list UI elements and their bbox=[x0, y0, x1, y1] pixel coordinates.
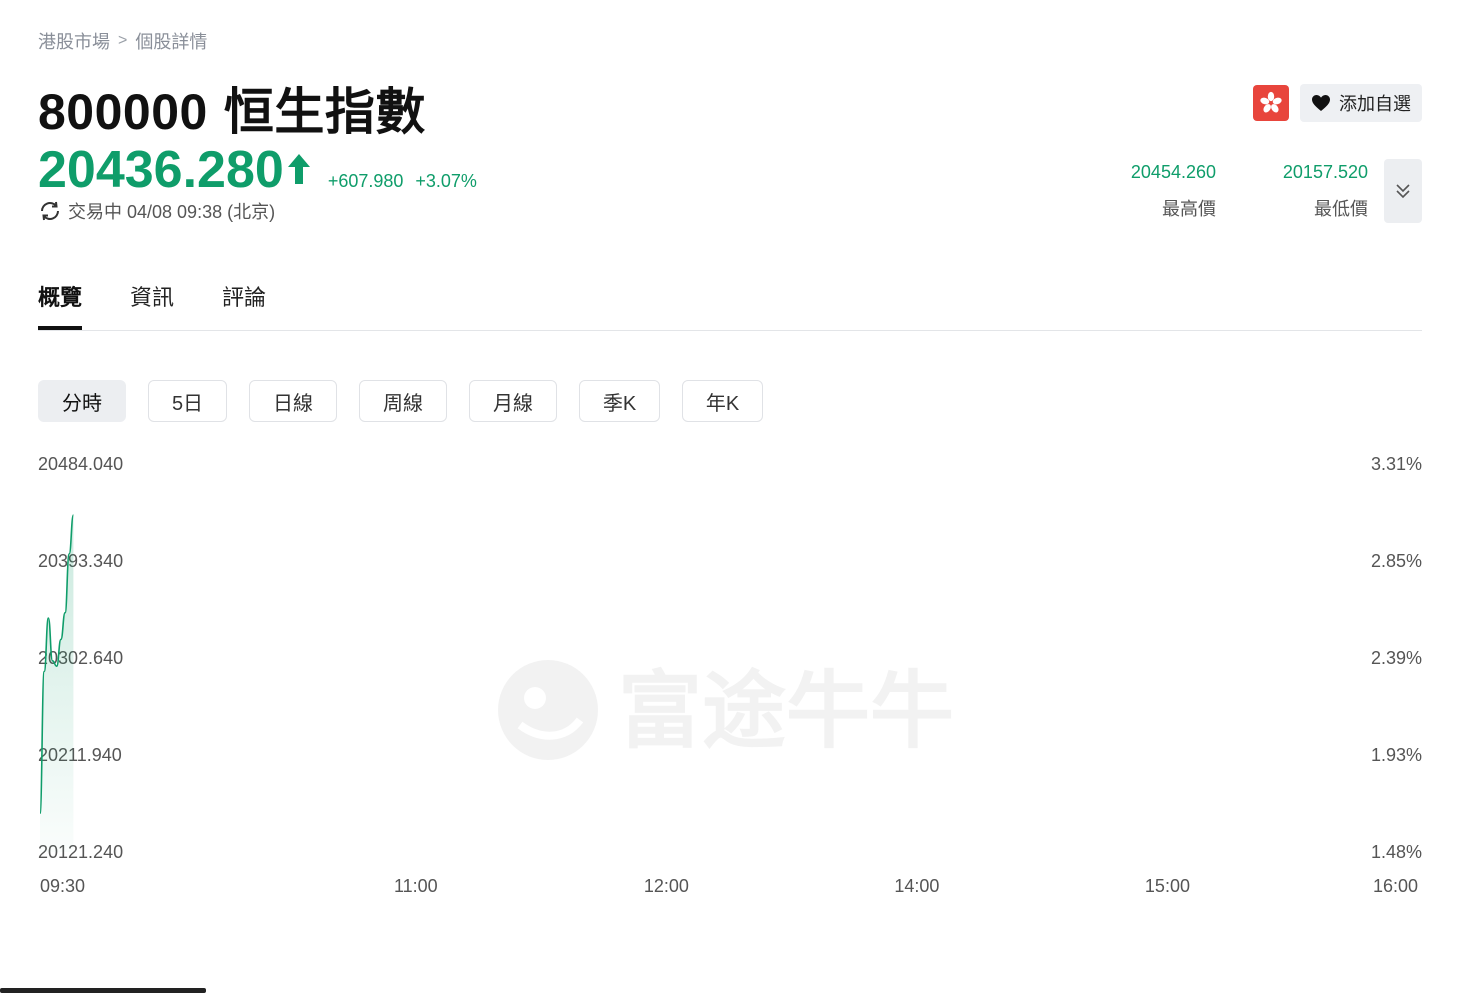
main-tabs: 概覽 資訊 評論 bbox=[38, 280, 266, 330]
period-intraday[interactable]: 分時 bbox=[38, 380, 126, 422]
bottom-scroll-indicator bbox=[0, 988, 206, 993]
breadcrumb-market-link[interactable]: 港股市場 bbox=[38, 28, 110, 54]
stock-code: 800000 bbox=[38, 84, 208, 140]
bauhinia-icon bbox=[1260, 91, 1282, 113]
tab-comments[interactable]: 評論 bbox=[222, 280, 266, 330]
period-weekly[interactable]: 周線 bbox=[359, 380, 447, 422]
x-axis-tick: 12:00 bbox=[644, 876, 689, 896]
y-axis-right-tick: 2.85% bbox=[1371, 551, 1422, 571]
x-axis-tick: 09:30 bbox=[40, 876, 85, 896]
x-axis-tick: 15:00 bbox=[1145, 876, 1190, 896]
y-axis-left-tick: 20393.340 bbox=[38, 551, 123, 571]
page-title: 800000 恒生指數 bbox=[38, 72, 426, 144]
expand-stats-button[interactable] bbox=[1384, 159, 1422, 223]
y-axis-right-tick: 1.48% bbox=[1371, 842, 1422, 862]
period-quarterly[interactable]: 季K bbox=[579, 380, 660, 422]
period-selector: 分時 5日 日線 周線 月線 季K 年K bbox=[38, 380, 763, 422]
period-daily[interactable]: 日線 bbox=[249, 380, 337, 422]
period-monthly[interactable]: 月線 bbox=[469, 380, 557, 422]
status-text: 交易中 04/08 09:38 (北京) bbox=[68, 202, 276, 222]
y-axis-left-tick: 20484.040 bbox=[38, 454, 123, 474]
y-axis-right-tick: 1.93% bbox=[1371, 745, 1422, 765]
intraday-chart[interactable]: 富途牛牛 20484.040 3.31%20393.340 2.85%20302.6… bbox=[0, 440, 1458, 910]
add-watchlist-label: 添加自選 bbox=[1339, 94, 1411, 114]
tabs-divider bbox=[38, 330, 1422, 331]
hong-kong-flag-icon bbox=[1253, 85, 1289, 121]
breadcrumb: 港股市場 > 個股詳情 bbox=[38, 28, 207, 54]
tab-overview[interactable]: 概覽 bbox=[38, 280, 83, 330]
stat-high-label: 最高價 bbox=[1162, 199, 1216, 219]
x-axis-tick: 16:00 bbox=[1373, 876, 1418, 896]
trading-status: 交易中 04/08 09:38 (北京) bbox=[38, 198, 275, 224]
change-percent: +3.07% bbox=[415, 171, 477, 191]
period-yearly[interactable]: 年K bbox=[682, 380, 763, 422]
breadcrumb-detail-link[interactable]: 個股詳情 bbox=[135, 28, 207, 54]
last-price: 20436.280 bbox=[38, 141, 284, 199]
stat-low-value: 20157.520 bbox=[1282, 162, 1368, 182]
stat-low-label: 最低價 bbox=[1314, 199, 1368, 219]
stat-high: 20454.260 最高價 bbox=[1096, 162, 1216, 221]
price-change: +607.980 +3.07% bbox=[328, 171, 477, 192]
arrow-up-icon bbox=[287, 154, 310, 184]
chevron-right-icon: > bbox=[118, 32, 128, 49]
chevron-double-down-icon bbox=[1396, 184, 1410, 199]
heart-icon bbox=[1312, 95, 1330, 111]
add-watchlist-button[interactable]: 添加自選 bbox=[1300, 84, 1422, 122]
stat-high-value: 20454.260 bbox=[1130, 162, 1216, 182]
stock-name: 恒生指數 bbox=[223, 84, 426, 140]
x-axis-tick: 11:00 bbox=[394, 876, 438, 896]
price-row: 20436.280 +607.980 +3.07% bbox=[38, 140, 477, 200]
watermark: 富途牛牛 bbox=[498, 660, 954, 760]
period-5day[interactable]: 5日 bbox=[148, 380, 227, 422]
change-amount: +607.980 bbox=[327, 171, 404, 191]
watermark-text: 富途牛牛 bbox=[618, 664, 954, 758]
tab-news[interactable]: 資訊 bbox=[130, 280, 174, 330]
refresh-icon[interactable] bbox=[38, 199, 62, 223]
y-axis-right-tick: 3.31% bbox=[1371, 454, 1422, 474]
y-axis-right-tick: 2.39% bbox=[1371, 648, 1422, 668]
x-axis-tick: 14:00 bbox=[894, 876, 939, 896]
stat-low: 20157.520 最低價 bbox=[1248, 162, 1368, 221]
